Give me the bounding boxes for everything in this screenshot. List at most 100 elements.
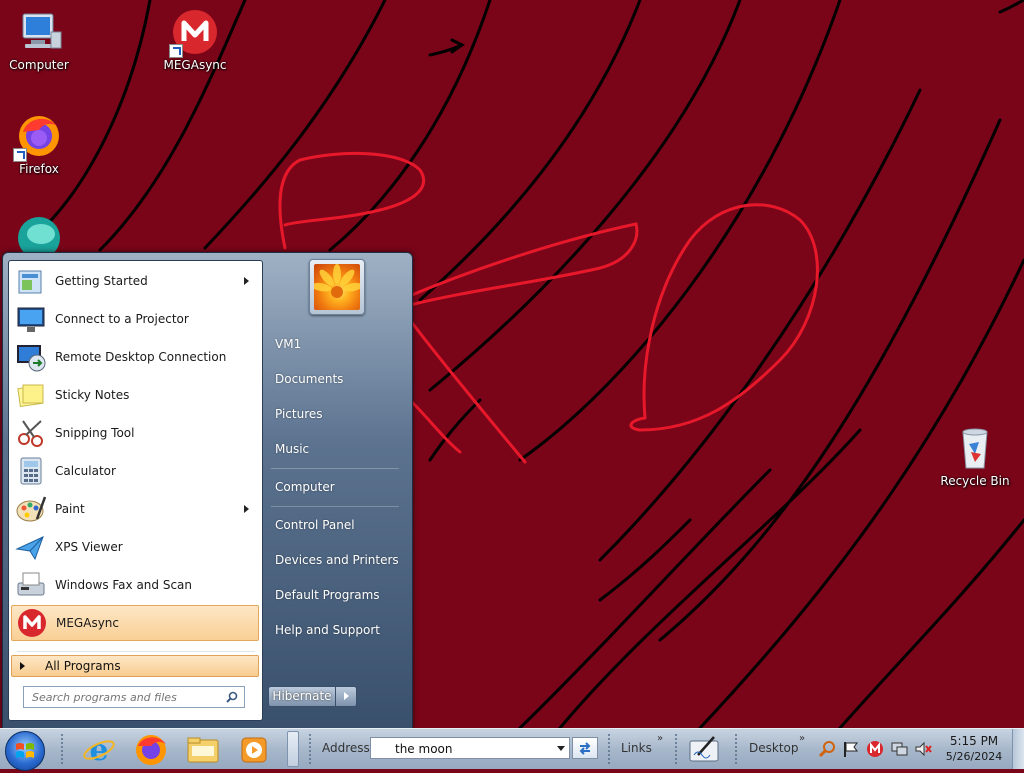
fax-scanner-icon	[15, 569, 47, 601]
program-windows-fax-scan[interactable]: Windows Fax and Scan	[11, 567, 259, 603]
taskbar-grip[interactable]	[60, 733, 64, 765]
search-programs-box[interactable]	[23, 686, 245, 708]
megasync-icon	[16, 607, 48, 639]
program-label: Remote Desktop Connection	[55, 350, 227, 364]
submenu-arrow-icon	[244, 277, 249, 285]
toolbar-grip[interactable]	[308, 733, 312, 765]
clock-time: 5:15 PM	[949, 734, 999, 748]
chevron-down-icon[interactable]	[557, 746, 565, 751]
all-programs-label: All Programs	[45, 659, 121, 673]
program-label: MEGAsync	[56, 616, 119, 630]
windows-logo-icon	[16, 743, 34, 758]
start-link-computer[interactable]: Computer	[275, 480, 335, 494]
divider	[271, 506, 399, 507]
desktop-chevron-icon[interactable]: »	[799, 733, 805, 744]
start-menu: Getting Started Connect to a Projector R…	[2, 252, 413, 730]
tablet-pen-icon	[689, 736, 719, 762]
volume-muted-icon[interactable]	[914, 740, 932, 761]
shortcut-arrow-icon	[13, 148, 27, 162]
taskbar-scroll-toolbar[interactable]	[287, 731, 299, 767]
desktop-icon-recycle-bin[interactable]: Recycle Bin	[937, 424, 1013, 488]
sticky-notes-icon	[15, 379, 47, 411]
taskbar-tablet-input[interactable]	[688, 733, 722, 769]
start-link-pictures[interactable]: Pictures	[275, 407, 323, 421]
network-tray-icon[interactable]	[890, 740, 908, 761]
taskbar-firefox[interactable]	[132, 732, 170, 768]
start-button[interactable]	[5, 731, 45, 771]
flower-picture-icon	[314, 264, 360, 310]
shortcut-arrow-icon	[169, 44, 183, 58]
desktop-icon-label: Computer	[9, 58, 69, 72]
start-link-documents[interactable]: Documents	[275, 372, 343, 386]
start-link-devices-printers[interactable]: Devices and Printers	[275, 553, 399, 567]
search-input[interactable]	[30, 690, 219, 705]
system-clock[interactable]: 5:15 PM 5/26/2024	[942, 734, 1006, 763]
taskbar-internet-explorer[interactable]: e	[80, 732, 118, 768]
scissors-icon	[15, 417, 47, 449]
computer-icon	[15, 8, 63, 56]
program-xps-viewer[interactable]: XPS Viewer	[11, 529, 259, 565]
program-calculator[interactable]: Calculator	[11, 453, 259, 489]
start-link-help-support[interactable]: Help and Support	[275, 623, 380, 637]
taskbar-media-player[interactable]	[236, 732, 274, 768]
program-label: Calculator	[55, 464, 116, 478]
links-toolbar-label[interactable]: Links	[621, 741, 652, 755]
toolbar-grip[interactable]	[674, 733, 678, 765]
program-getting-started[interactable]: Getting Started	[11, 263, 259, 299]
program-label: Paint	[55, 502, 85, 516]
desktop-icon-firefox[interactable]: Firefox	[1, 112, 77, 176]
remote-desktop-icon	[15, 341, 47, 373]
media-player-icon	[241, 737, 267, 763]
megasync-icon	[169, 8, 219, 58]
program-label: Connect to a Projector	[55, 312, 189, 326]
address-bar[interactable]	[370, 737, 570, 759]
program-paint[interactable]: Paint	[11, 491, 259, 527]
expand-arrow-icon	[20, 662, 25, 670]
program-snipping-tool[interactable]: Snipping Tool	[11, 415, 259, 451]
firefox-icon	[13, 112, 63, 162]
action-center-flag-icon[interactable]	[842, 740, 860, 761]
hibernate-button[interactable]: Hibernate	[268, 686, 336, 707]
start-link-music[interactable]: Music	[275, 442, 309, 456]
search-icon[interactable]	[226, 691, 238, 703]
address-toolbar-label: Address	[322, 741, 370, 755]
start-link-control-panel[interactable]: Control Panel	[275, 518, 355, 532]
folder-icon	[187, 737, 219, 763]
megasync-tray-icon[interactable]	[866, 740, 884, 761]
calculator-icon	[15, 455, 47, 487]
program-megasync[interactable]: MEGAsync	[11, 605, 259, 641]
submenu-arrow-icon	[244, 505, 249, 513]
divider	[271, 468, 399, 469]
program-label: Windows Fax and Scan	[55, 578, 193, 592]
taskbar-file-explorer[interactable]	[184, 732, 222, 768]
search-tray-icon[interactable]	[818, 740, 836, 761]
go-button[interactable]	[572, 737, 598, 759]
address-input[interactable]	[393, 741, 547, 757]
all-programs-button[interactable]: All Programs	[11, 655, 259, 677]
start-menu-programs-pane: Getting Started Connect to a Projector R…	[8, 260, 263, 721]
program-sticky-notes[interactable]: Sticky Notes	[11, 377, 259, 413]
start-link-user[interactable]: VM1	[275, 337, 301, 351]
desktop-icon-label: Firefox	[19, 162, 59, 176]
toolbar-grip[interactable]	[607, 733, 611, 765]
desktop-toolbar-label[interactable]: Desktop	[749, 741, 799, 755]
program-connect-to-projector[interactable]: Connect to a Projector	[11, 301, 259, 337]
xps-viewer-icon	[15, 531, 47, 563]
toolbar-grip[interactable]	[734, 733, 738, 765]
program-label: XPS Viewer	[55, 540, 123, 554]
user-picture[interactable]	[309, 259, 365, 315]
desktop-icon-label: Recycle Bin	[940, 474, 1010, 488]
desktop-icon-megasync[interactable]: MEGAsync	[157, 8, 233, 72]
start-link-default-programs[interactable]: Default Programs	[275, 588, 380, 602]
show-desktop-button[interactable]	[1012, 729, 1024, 769]
program-label: Snipping Tool	[55, 426, 135, 440]
clock-date: 5/26/2024	[945, 750, 1003, 763]
program-remote-desktop[interactable]: Remote Desktop Connection	[11, 339, 259, 375]
paint-palette-icon	[15, 493, 47, 525]
links-chevron-icon[interactable]: »	[657, 733, 663, 744]
projector-icon	[15, 303, 47, 335]
recycle-bin-icon	[951, 424, 999, 472]
desktop-icon-label: MEGAsync	[163, 58, 227, 72]
desktop-icon-computer[interactable]: Computer	[1, 8, 77, 72]
shutdown-options-button[interactable]	[335, 686, 357, 707]
